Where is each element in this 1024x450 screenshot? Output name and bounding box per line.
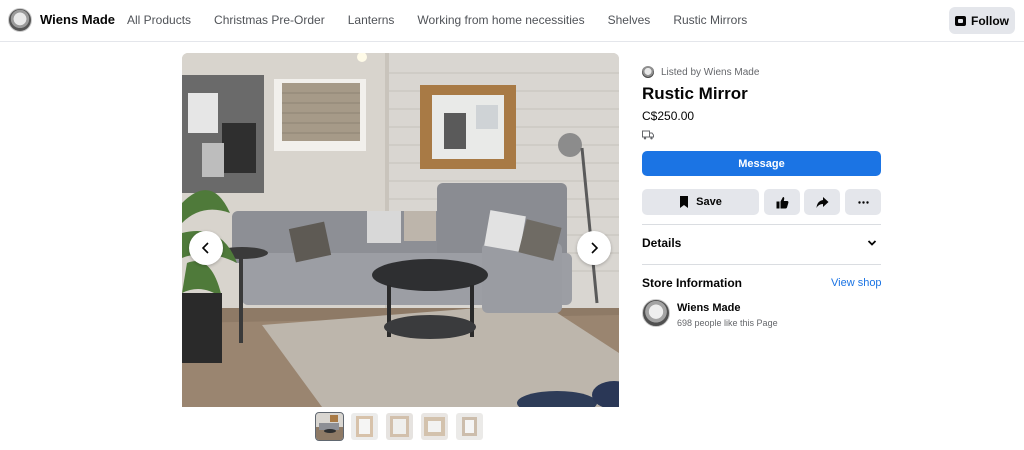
save-label: Save xyxy=(696,196,722,208)
nav-item-working-from-home[interactable]: Working from home necessities xyxy=(408,0,593,42)
view-shop-link[interactable]: View shop xyxy=(831,277,882,289)
store-nav: All Products Christmas Pre-Order Lantern… xyxy=(118,0,761,42)
listing-title: Rustic Mirror xyxy=(642,84,748,103)
thumbnail-3[interactable] xyxy=(386,413,413,440)
message-button[interactable]: Message xyxy=(642,151,881,176)
store-likes: 698 people like this Page xyxy=(677,318,778,328)
truck-icon xyxy=(642,130,654,140)
save-button[interactable]: Save xyxy=(642,189,759,215)
follow-button[interactable]: Follow xyxy=(949,7,1015,34)
store-avatar[interactable] xyxy=(642,299,670,327)
follow-label: Follow xyxy=(971,13,1009,28)
seller-avatar xyxy=(642,66,654,78)
divider xyxy=(642,224,881,225)
store-information-heading: Store Information xyxy=(642,276,743,290)
store-logo[interactable] xyxy=(8,8,32,32)
chevron-right-icon xyxy=(591,242,599,254)
thumbnail-1[interactable] xyxy=(315,412,344,441)
chevron-down-icon xyxy=(867,240,877,246)
more-options-button[interactable] xyxy=(845,189,881,215)
living-room-image xyxy=(182,53,619,407)
listing-price: C$250.00 xyxy=(642,109,695,123)
bookmark-icon xyxy=(680,196,689,208)
details-toggle[interactable]: Details xyxy=(642,236,881,250)
photo-thumbnails xyxy=(315,412,491,441)
store-plus-icon xyxy=(955,15,966,26)
nav-item-rustic-mirrors[interactable]: Rustic Mirrors xyxy=(664,0,756,42)
chevron-left-icon xyxy=(201,242,209,254)
nav-item-lanterns[interactable]: Lanterns xyxy=(339,0,404,42)
nav-item-christmas-pre-order[interactable]: Christmas Pre-Order xyxy=(205,0,334,42)
store-name[interactable]: Wiens Made xyxy=(677,302,740,314)
thumbs-up-icon xyxy=(776,196,788,208)
listed-by-text: Listed by Wiens Made xyxy=(661,66,760,78)
next-photo-button[interactable] xyxy=(577,231,611,265)
product-photo[interactable] xyxy=(182,53,619,407)
brand-name[interactable]: Wiens Made xyxy=(40,12,115,27)
listed-by: Listed by Wiens Made xyxy=(642,66,759,78)
thumbnail-2[interactable] xyxy=(351,413,378,440)
nav-item-all-products[interactable]: All Products xyxy=(118,0,200,42)
thumbnail-5[interactable] xyxy=(456,413,483,440)
previous-photo-button[interactable] xyxy=(189,231,223,265)
divider xyxy=(642,264,881,265)
store-header: Wiens Made All Products Christmas Pre-Or… xyxy=(0,0,1024,42)
share-icon xyxy=(816,196,828,208)
share-button[interactable] xyxy=(804,189,840,215)
like-button[interactable] xyxy=(764,189,800,215)
more-icon xyxy=(857,200,869,204)
nav-item-shelves[interactable]: Shelves xyxy=(599,0,660,42)
thumbnail-4[interactable] xyxy=(421,413,448,440)
details-label: Details xyxy=(642,236,682,250)
